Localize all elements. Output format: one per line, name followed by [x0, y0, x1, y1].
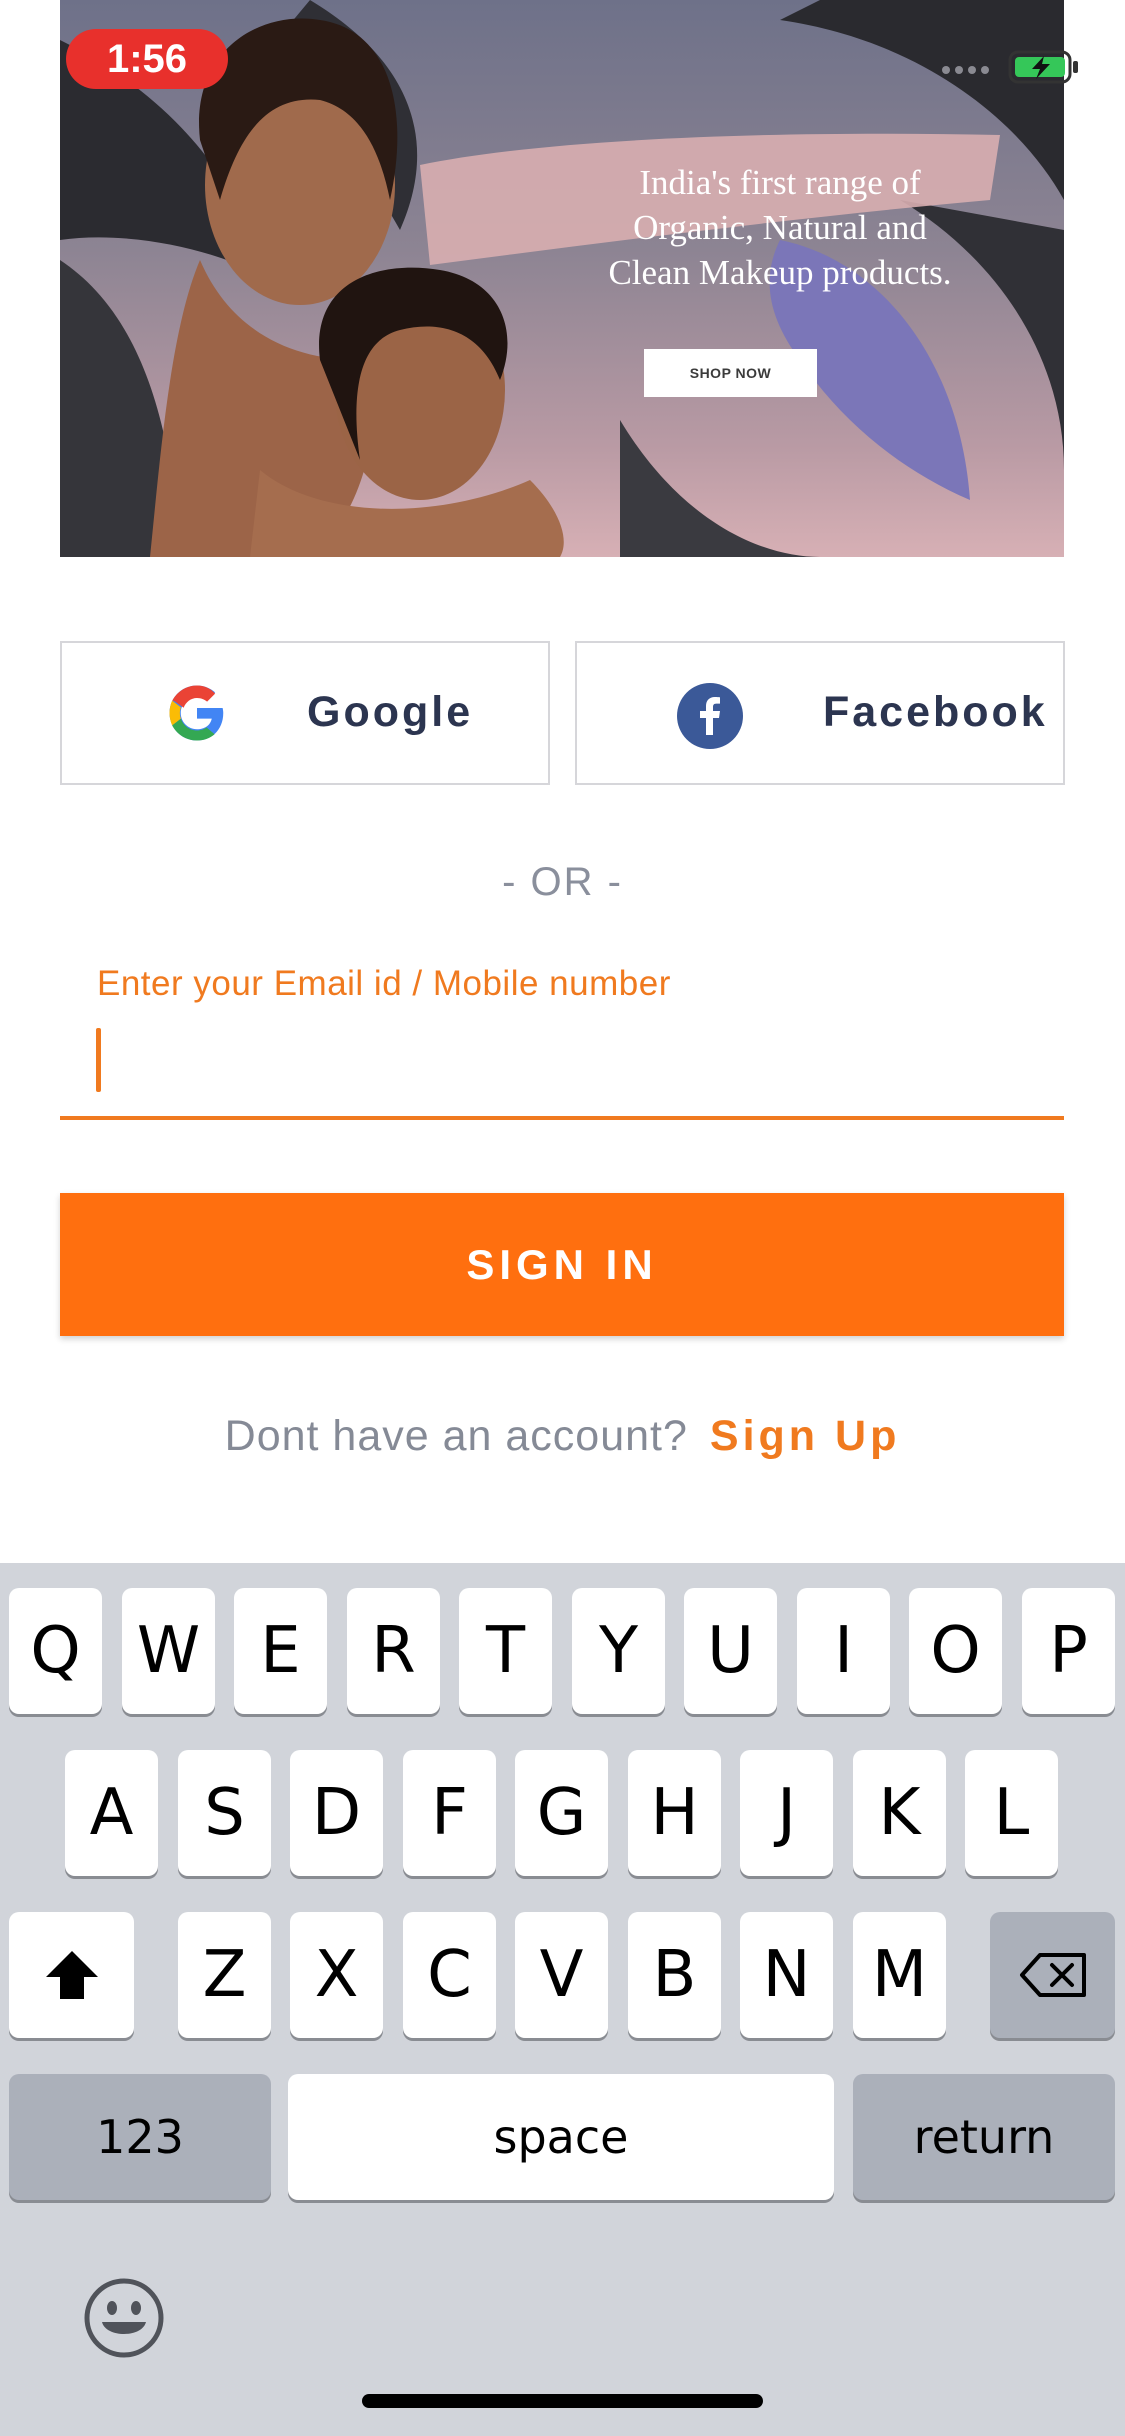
status-time: 1:56	[66, 29, 228, 89]
text-cursor	[96, 1028, 101, 1092]
return-key[interactable]: return	[853, 2074, 1115, 2200]
key-r[interactable]: R	[347, 1588, 440, 1714]
space-key[interactable]: space	[288, 2074, 834, 2200]
key-o[interactable]: O	[909, 1588, 1002, 1714]
key-p[interactable]: P	[1022, 1588, 1115, 1714]
no-account-text: Dont have an account?	[224, 1412, 688, 1460]
facebook-button-label: Facebook	[823, 688, 1048, 736]
google-icon	[169, 685, 224, 741]
shop-now-button[interactable]: SHOP NOW	[644, 349, 817, 397]
key-b[interactable]: B	[628, 1912, 721, 2038]
key-s[interactable]: S	[178, 1750, 271, 1876]
key-h[interactable]: H	[628, 1750, 721, 1876]
onscreen-keyboard: Q W E R T Y U I O P A S D F G H J K L Z …	[0, 1563, 1125, 2436]
google-login-button[interactable]: Google	[60, 641, 550, 785]
key-i[interactable]: I	[797, 1588, 890, 1714]
key-t[interactable]: T	[459, 1588, 552, 1714]
cellular-signal-icon	[942, 66, 989, 74]
shift-arrow-icon	[45, 1951, 98, 1999]
facebook-login-button[interactable]: Facebook	[575, 641, 1065, 785]
key-k[interactable]: K	[853, 1750, 946, 1876]
signup-row: Dont have an account? Sign Up	[0, 1412, 1125, 1461]
key-g[interactable]: G	[515, 1750, 608, 1876]
banner-headline-line-1: India's first range of	[639, 163, 921, 202]
banner-headline: India's first range of Organic, Natural …	[520, 160, 1040, 295]
key-w[interactable]: W	[122, 1588, 215, 1714]
home-indicator[interactable]	[362, 2394, 763, 2408]
battery-charging-icon	[1008, 50, 1078, 84]
backspace-icon	[1019, 1953, 1086, 1997]
delete-key[interactable]	[990, 1912, 1115, 2038]
shift-key[interactable]	[9, 1912, 134, 2038]
facebook-icon	[677, 683, 743, 749]
google-button-label: Google	[307, 688, 474, 736]
numbers-key[interactable]: 123	[9, 2074, 271, 2200]
key-z[interactable]: Z	[178, 1912, 271, 2038]
key-v[interactable]: V	[515, 1912, 608, 2038]
key-n[interactable]: N	[740, 1912, 833, 2038]
key-j[interactable]: J	[740, 1750, 833, 1876]
banner-headline-line-2: Organic, Natural and	[633, 208, 927, 247]
banner-headline-line-3: Clean Makeup products.	[608, 253, 952, 292]
key-y[interactable]: Y	[572, 1588, 665, 1714]
sign-in-button[interactable]: SIGN IN	[60, 1193, 1064, 1336]
sign-up-link[interactable]: Sign Up	[710, 1412, 900, 1460]
key-e[interactable]: E	[234, 1588, 327, 1714]
email-mobile-input[interactable]	[60, 1020, 1064, 1120]
key-q[interactable]: Q	[9, 1588, 102, 1714]
key-m[interactable]: M	[853, 1912, 946, 2038]
key-d[interactable]: D	[290, 1750, 383, 1876]
key-c[interactable]: C	[403, 1912, 496, 2038]
or-divider: - OR -	[502, 860, 623, 904]
key-l[interactable]: L	[965, 1750, 1058, 1876]
key-x[interactable]: X	[290, 1912, 383, 2038]
email-field-label: Enter your Email id / Mobile number	[97, 964, 671, 1003]
key-a[interactable]: A	[65, 1750, 158, 1876]
key-u[interactable]: U	[684, 1588, 777, 1714]
key-f[interactable]: F	[403, 1750, 496, 1876]
emoji-key-icon[interactable]	[82, 2276, 166, 2360]
